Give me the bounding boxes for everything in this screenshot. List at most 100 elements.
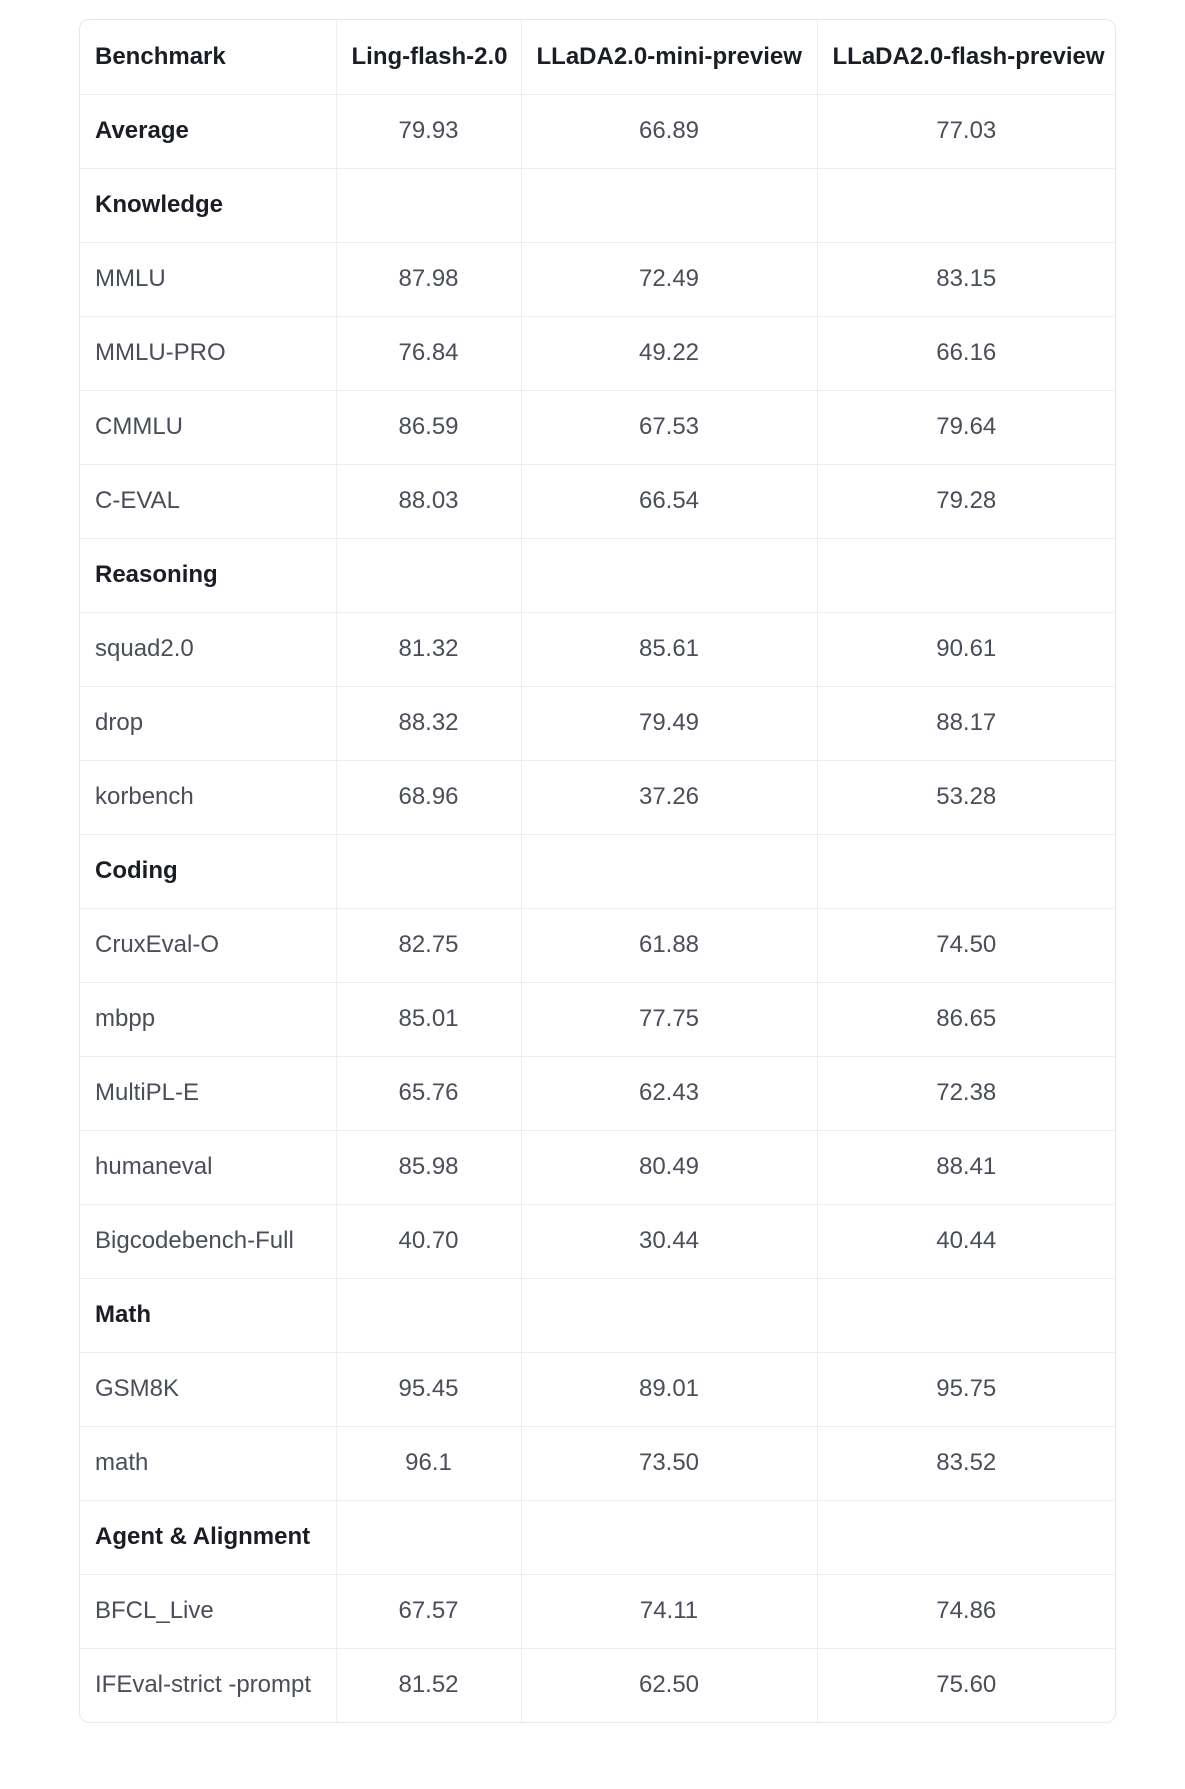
score-cell: 75.60 bbox=[936, 1671, 997, 1699]
score-cell: 85.98 bbox=[336, 1130, 522, 1205]
benchmark-name: CMMLU bbox=[80, 390, 337, 465]
score-cell: 74.50 bbox=[817, 908, 1115, 983]
score-cell: 72.38 bbox=[817, 1056, 1115, 1131]
score-cell bbox=[521, 538, 818, 613]
score-cell: 88.03 bbox=[336, 464, 522, 539]
table-row: math 96.1 73.50 83.52 bbox=[80, 1426, 1115, 1501]
table-row: CMMLU 86.59 67.53 79.64 bbox=[80, 390, 1115, 465]
score-cell: 66.89 bbox=[521, 94, 818, 169]
table-row: C-EVAL 88.03 66.54 79.28 bbox=[80, 464, 1115, 539]
section-row: Knowledge bbox=[80, 168, 1115, 243]
score-cell bbox=[817, 168, 1115, 243]
score-cell: 72.49 bbox=[521, 242, 818, 317]
header-row: Benchmark Ling-flash-2.0 LLaDA2.0-mini-p… bbox=[80, 20, 1115, 95]
benchmark-name: MMLU-PRO bbox=[80, 316, 337, 391]
score-cell bbox=[817, 1278, 1115, 1353]
score-cell: 37.26 bbox=[521, 760, 818, 835]
table-row: MMLU 87.98 72.49 83.15 bbox=[80, 242, 1115, 317]
table-body: Average 79.93 66.89 77.03 Knowledge MMLU 87.98… bbox=[80, 94, 1115, 1722]
section-label: Reasoning bbox=[80, 538, 337, 613]
score-cell: 81.32 bbox=[336, 612, 522, 687]
score-cell: 81.52 bbox=[336, 1648, 522, 1722]
score-cell: 79.49 bbox=[521, 686, 818, 761]
score-cell bbox=[336, 1278, 522, 1353]
score-cell: 74.86 bbox=[817, 1574, 1115, 1649]
benchmark-name: humaneval bbox=[80, 1130, 337, 1205]
score-cell: 74.11 bbox=[521, 1574, 818, 1649]
score-cell: 88.32 bbox=[336, 686, 522, 761]
score-cell: 83.15 bbox=[817, 242, 1115, 317]
benchmark-name: C-EVAL bbox=[80, 464, 337, 539]
score-cell: 87.98 bbox=[336, 242, 522, 317]
table-row: Bigcodebench-Full 40.70 30.44 40.44 bbox=[80, 1204, 1115, 1279]
score-cell: 88.17 bbox=[817, 686, 1115, 761]
score-cell: 86.65 bbox=[817, 982, 1115, 1057]
score-cell: 76.84 bbox=[336, 316, 522, 391]
table-row: humaneval 85.98 80.49 88.41 bbox=[80, 1130, 1115, 1205]
score-cell: 67.53 bbox=[521, 390, 818, 465]
score-cell: 80.49 bbox=[521, 1130, 818, 1205]
benchmark-name: GSM8K bbox=[80, 1352, 337, 1427]
score-cell: 40.70 bbox=[336, 1204, 522, 1279]
score-cell: 96.1 bbox=[336, 1426, 522, 1501]
score-cell: 62.50 bbox=[521, 1648, 818, 1722]
score-cell bbox=[336, 834, 522, 909]
header-llada2-0-flash-preview: LLaDA2.0-flash-preview bbox=[817, 20, 1115, 95]
score-cell: 85.61 bbox=[521, 612, 818, 687]
benchmark-table: Benchmark Ling-flash-2.0 LLaDA2.0-mini-p… bbox=[80, 20, 1115, 1722]
header-llada2-0-mini-preview: LLaDA2.0-mini-preview bbox=[521, 20, 818, 95]
section-label: Coding bbox=[80, 834, 337, 909]
benchmark-table-container: Benchmark Ling-flash-2.0 LLaDA2.0-mini-p… bbox=[79, 19, 1116, 1723]
score-cell bbox=[817, 538, 1115, 613]
section-row: Reasoning bbox=[80, 538, 1115, 613]
score-cell: 67.57 bbox=[336, 1574, 522, 1649]
table-header: Benchmark Ling-flash-2.0 LLaDA2.0-mini-p… bbox=[80, 20, 1115, 95]
score-cell: 82.75 bbox=[336, 908, 522, 983]
benchmark-name: MMLU bbox=[80, 242, 337, 317]
benchmark-name: Bigcodebench-Full bbox=[80, 1204, 337, 1279]
table-row: drop 88.32 79.49 88.17 bbox=[80, 686, 1115, 761]
section-label: Agent & Alignment bbox=[80, 1500, 337, 1575]
benchmark-name: BFCL_Live bbox=[80, 1574, 337, 1649]
score-cell: 61.88 bbox=[521, 908, 818, 983]
section-row: Coding bbox=[80, 834, 1115, 909]
benchmark-name: drop bbox=[80, 686, 337, 761]
table-row: korbench 68.96 37.26 53.28 bbox=[80, 760, 1115, 835]
benchmark-name: IFEval-strict -prompt bbox=[80, 1648, 337, 1722]
section-row: Agent & Alignment bbox=[80, 1500, 1115, 1575]
score-cell bbox=[521, 1500, 818, 1575]
score-cell bbox=[336, 168, 522, 243]
score-cell: 53.28 bbox=[817, 760, 1115, 835]
score-cell: 83.52 bbox=[817, 1426, 1115, 1501]
table-row: CruxEval-O 82.75 61.88 74.50 bbox=[80, 908, 1115, 983]
score-cell bbox=[521, 168, 818, 243]
header-benchmark: Benchmark bbox=[80, 20, 337, 95]
benchmark-name: math bbox=[80, 1426, 337, 1501]
score-cell: 49.22 bbox=[521, 316, 818, 391]
score-cell: 85.01 bbox=[336, 982, 522, 1057]
score-cell: 79.28 bbox=[817, 464, 1115, 539]
score-cell bbox=[336, 1500, 522, 1575]
score-cell: 79.64 bbox=[817, 390, 1115, 465]
score-cell: 62.43 bbox=[521, 1056, 818, 1131]
benchmark-name: squad2.0 bbox=[80, 612, 337, 687]
benchmark-name: mbpp bbox=[80, 982, 337, 1057]
score-cell bbox=[336, 538, 522, 613]
score-cell: 68.96 bbox=[336, 760, 522, 835]
score-cell: 66.54 bbox=[521, 464, 818, 539]
score-cell: 88.41 bbox=[817, 1130, 1115, 1205]
section-label: Knowledge bbox=[80, 168, 337, 243]
header-ling-flash-2-0: Ling-flash-2.0 bbox=[336, 20, 522, 95]
score-cell bbox=[817, 1500, 1115, 1575]
table-row: mbpp 85.01 77.75 86.65 bbox=[80, 982, 1115, 1057]
score-cell: 77.75 bbox=[521, 982, 818, 1057]
benchmark-name: Average bbox=[80, 94, 337, 169]
score-cell: 90.61 bbox=[817, 612, 1115, 687]
table-row: MMLU-PRO 76.84 49.22 66.16 bbox=[80, 316, 1115, 391]
score-cell bbox=[817, 834, 1115, 909]
table-row: BFCL_Live 67.57 74.11 74.86 bbox=[80, 1574, 1115, 1649]
score-cell: 95.75 bbox=[817, 1352, 1115, 1427]
benchmark-name: CruxEval-O bbox=[80, 908, 337, 983]
score-cell: 79.93 bbox=[336, 94, 522, 169]
score-cell: 65.76 bbox=[336, 1056, 522, 1131]
